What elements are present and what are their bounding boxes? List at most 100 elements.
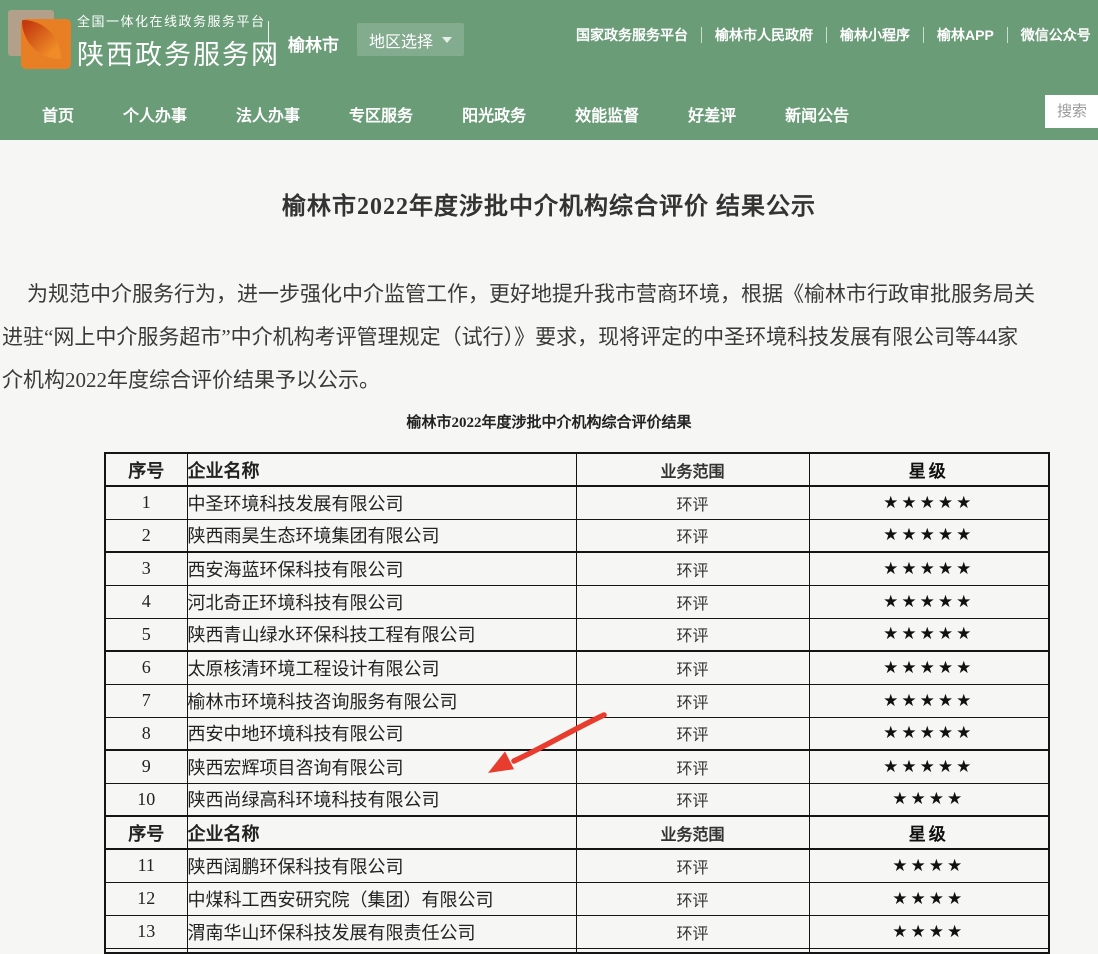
nav-item-8[interactable]: 新闻公告 xyxy=(785,102,849,126)
link-separator xyxy=(923,27,924,43)
cell-star-rating: ★★★★★ xyxy=(809,552,1049,585)
cell-company-name: 河北奇正环境科技有限公司 xyxy=(187,585,576,618)
paragraph-line: 介机构2022年度综合评价结果予以公示。 xyxy=(0,359,1098,402)
column-header: 序号 xyxy=(105,453,187,486)
cell-index: 5 xyxy=(105,618,187,651)
brand-block: 全国一体化在线政务服务平台 陕西政务服务网 xyxy=(77,11,280,72)
top-link-3[interactable]: 榆林小程序 xyxy=(840,25,910,45)
evaluation-table: 序号企业名称业务范围星级1中圣环境科技发展有限公司环评★★★★★2陕西雨昊生态环… xyxy=(104,452,1050,954)
cell-company-name: 陕西宏辉项目咨询有限公司 xyxy=(187,750,576,783)
cell-company-name: 中煤科工西安研究院（集团）有限公司 xyxy=(187,882,576,915)
table-row: 6太原核清环境工程设计有限公司环评★★★★★ xyxy=(105,651,1049,684)
table-header-row: 序号企业名称业务范围星级 xyxy=(105,453,1049,486)
cell-index: 3 xyxy=(105,552,187,585)
top-link-2[interactable]: 榆林市人民政府 xyxy=(715,25,813,45)
cell-star-rating: ★★★★ xyxy=(809,849,1049,882)
cell-business-scope: 环评 xyxy=(576,750,809,783)
table-row: 7榆林市环境科技咨询服务有限公司环评★★★★★ xyxy=(105,684,1049,717)
paragraph-line: 为规范中介服务行为，进一步强化中介监管工作，更好地提升我市营商环境，根据《榆林市… xyxy=(0,273,1098,316)
nav-item-4[interactable]: 专区服务 xyxy=(349,102,413,126)
table-row-partial xyxy=(105,948,1049,953)
platform-tagline: 全国一体化在线政务服务平台 xyxy=(77,11,280,30)
cell-business-scope: 环评 xyxy=(576,519,809,552)
nav-item-3[interactable]: 法人办事 xyxy=(236,102,300,126)
cell-star-rating: ★★★★ xyxy=(809,915,1049,948)
cell-company-name: 陕西青山绿水环保科技工程有限公司 xyxy=(187,618,576,651)
cell-star-rating: ★★★★ xyxy=(809,882,1049,915)
cell-index: 12 xyxy=(105,882,187,915)
top-link-5[interactable]: 微信公众号 xyxy=(1021,25,1091,45)
cell-company-name: 榆林市环境科技咨询服务有限公司 xyxy=(187,684,576,717)
cell-company-name: 中圣环境科技发展有限公司 xyxy=(187,486,576,519)
brand-divider xyxy=(268,21,269,63)
logo-orange-square xyxy=(21,19,71,69)
cell-empty xyxy=(576,948,809,953)
cell-business-scope: 环评 xyxy=(576,717,809,750)
cell-empty xyxy=(809,948,1049,953)
cell-index: 2 xyxy=(105,519,187,552)
chevron-down-icon xyxy=(442,37,452,43)
nav-item-7[interactable]: 好差评 xyxy=(688,102,736,126)
cell-business-scope: 环评 xyxy=(576,552,809,585)
current-city-label: 榆林市 xyxy=(288,31,339,56)
table-row: 4河北奇正环境科技有限公司环评★★★★★ xyxy=(105,585,1049,618)
cell-star-rating: ★★★★ xyxy=(809,783,1049,816)
cell-business-scope: 环评 xyxy=(576,849,809,882)
cell-business-scope: 环评 xyxy=(576,486,809,519)
main-navigation: 首页 个人办事 法人办事 专区服务 阳光政务 效能监督 好差评 新闻公告 xyxy=(0,88,849,140)
table-row: 8西安中地环境科技有限公司环评★★★★★ xyxy=(105,717,1049,750)
top-link-1[interactable]: 国家政务服务平台 xyxy=(576,25,688,45)
nav-item-5[interactable]: 阳光政务 xyxy=(462,102,526,126)
logo-leaf-icon xyxy=(22,20,61,59)
table-row: 3西安海蓝环保科技有限公司环评★★★★★ xyxy=(105,552,1049,585)
cell-index: 7 xyxy=(105,684,187,717)
search-input[interactable] xyxy=(1045,95,1098,128)
cell-index: 13 xyxy=(105,915,187,948)
cell-index: 1 xyxy=(105,486,187,519)
top-links-row: 国家政务服务平台榆林市人民政府榆林小程序榆林APP微信公众号注册 xyxy=(576,25,1098,45)
table-row: 10陕西尚绿高科环境科技有限公司环评★★★★ xyxy=(105,783,1049,816)
cell-business-scope: 环评 xyxy=(576,585,809,618)
cell-star-rating: ★★★★★ xyxy=(809,651,1049,684)
cell-company-name: 西安海蓝环保科技有限公司 xyxy=(187,552,576,585)
table-row: 11陕西阔鹏环保科技有限公司环评★★★★ xyxy=(105,849,1049,882)
cell-business-scope: 环评 xyxy=(576,651,809,684)
cell-company-name: 渭南华山环保科技发展有限责任公司 xyxy=(187,915,576,948)
table-row: 1中圣环境科技发展有限公司环评★★★★★ xyxy=(105,486,1049,519)
cell-business-scope: 环评 xyxy=(576,783,809,816)
table-row: 9陕西宏辉项目咨询有限公司环评★★★★★ xyxy=(105,750,1049,783)
cell-business-scope: 环评 xyxy=(576,684,809,717)
cell-empty xyxy=(105,948,187,953)
article-content: 榆林市2022年度涉批中介机构综合评价 结果公示 为规范中介服务行为，进一步强化… xyxy=(0,186,1098,954)
cell-index: 6 xyxy=(105,651,187,684)
page-title: 榆林市2022年度涉批中介机构综合评价 结果公示 xyxy=(0,186,1098,221)
nav-item-1[interactable]: 首页 xyxy=(42,102,74,126)
cell-star-rating: ★★★★★ xyxy=(809,519,1049,552)
region-selector-button[interactable]: 地区选择 xyxy=(357,23,464,56)
cell-business-scope: 环评 xyxy=(576,915,809,948)
table-header-row: 序号企业名称业务范围星级 xyxy=(105,816,1049,849)
cell-star-rating: ★★★★★ xyxy=(809,585,1049,618)
cell-index: 8 xyxy=(105,717,187,750)
nav-item-2[interactable]: 个人办事 xyxy=(123,102,187,126)
cell-business-scope: 环评 xyxy=(576,882,809,915)
table-row: 2陕西雨昊生态环境集团有限公司环评★★★★★ xyxy=(105,519,1049,552)
link-separator xyxy=(1007,27,1008,43)
column-header: 序号 xyxy=(105,816,187,849)
column-header: 星级 xyxy=(809,816,1049,849)
column-header: 星级 xyxy=(809,453,1049,486)
cell-star-rating: ★★★★★ xyxy=(809,750,1049,783)
top-link-4[interactable]: 榆林APP xyxy=(937,25,994,45)
cell-company-name: 太原核清环境工程设计有限公司 xyxy=(187,651,576,684)
site-name: 陕西政务服务网 xyxy=(77,33,280,72)
table-row: 13渭南华山环保科技发展有限责任公司环评★★★★ xyxy=(105,915,1049,948)
cell-star-rating: ★★★★★ xyxy=(809,486,1049,519)
cell-index: 9 xyxy=(105,750,187,783)
column-header: 业务范围 xyxy=(576,816,809,849)
cell-star-rating: ★★★★★ xyxy=(809,618,1049,651)
nav-item-6[interactable]: 效能监督 xyxy=(575,102,639,126)
cell-company-name: 陕西尚绿高科环境科技有限公司 xyxy=(187,783,576,816)
cell-star-rating: ★★★★★ xyxy=(809,684,1049,717)
table-row: 5陕西青山绿水环保科技工程有限公司环评★★★★★ xyxy=(105,618,1049,651)
cell-empty xyxy=(187,948,576,953)
